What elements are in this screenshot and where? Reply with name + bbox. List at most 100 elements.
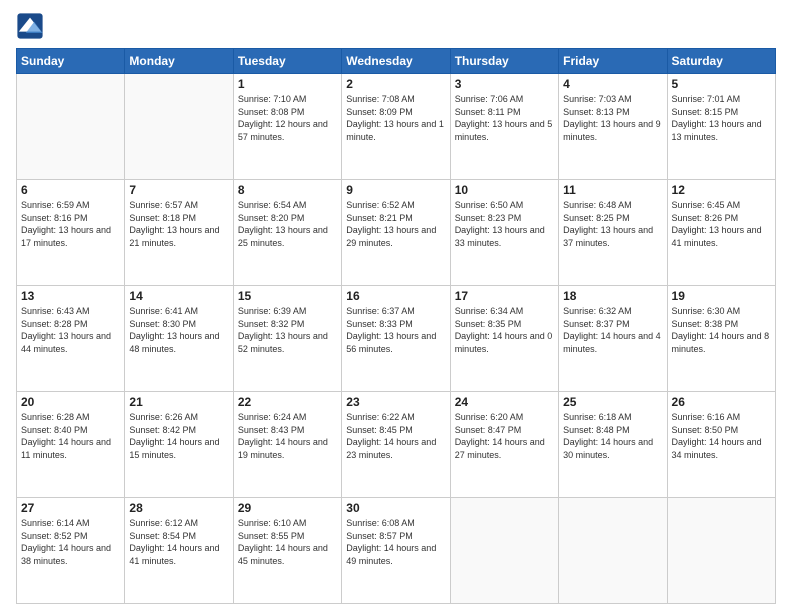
day-info: Sunrise: 6:32 AM Sunset: 8:37 PM Dayligh… xyxy=(563,305,662,355)
day-info: Sunrise: 6:39 AM Sunset: 8:32 PM Dayligh… xyxy=(238,305,337,355)
day-number: 5 xyxy=(672,77,771,91)
calendar-cell: 7 Sunrise: 6:57 AM Sunset: 8:18 PM Daylig… xyxy=(125,180,233,286)
calendar-cell: 23 Sunrise: 6:22 AM Sunset: 8:45 PM Dayli… xyxy=(342,392,450,498)
weekday-header-friday: Friday xyxy=(559,49,667,74)
calendar-table: SundayMondayTuesdayWednesdayThursdayFrid… xyxy=(16,48,776,604)
calendar-cell: 16 Sunrise: 6:37 AM Sunset: 8:33 PM Dayli… xyxy=(342,286,450,392)
header xyxy=(16,12,776,40)
week-row-2: 6 Sunrise: 6:59 AM Sunset: 8:16 PM Daylig… xyxy=(17,180,776,286)
day-info: Sunrise: 6:08 AM Sunset: 8:57 PM Dayligh… xyxy=(346,517,445,567)
day-number: 22 xyxy=(238,395,337,409)
day-number: 27 xyxy=(21,501,120,515)
calendar-cell: 28Sunrise: 6:12 AM Sunset: 8:54 PM Dayli… xyxy=(125,498,233,604)
calendar-cell: 24 Sunrise: 6:20 AM Sunset: 8:47 PM Dayli… xyxy=(450,392,558,498)
day-number: 29 xyxy=(238,501,337,515)
calendar-cell xyxy=(17,74,125,180)
calendar-cell: 12 Sunrise: 6:45 AM Sunset: 8:26 PM Dayli… xyxy=(667,180,775,286)
calendar-cell: 21Sunrise: 6:26 AM Sunset: 8:42 PM Dayli… xyxy=(125,392,233,498)
weekday-header-thursday: Thursday xyxy=(450,49,558,74)
calendar-cell: 15 Sunrise: 6:39 AM Sunset: 8:32 PM Dayli… xyxy=(233,286,341,392)
day-info: Sunrise: 6:45 AM Sunset: 8:26 PM Dayligh… xyxy=(672,199,771,249)
calendar-cell: 17 Sunrise: 6:34 AM Sunset: 8:35 PM Dayli… xyxy=(450,286,558,392)
calendar-cell: 22 Sunrise: 6:24 AM Sunset: 8:43 PM Dayli… xyxy=(233,392,341,498)
calendar-cell: 3Sunrise: 7:06 AM Sunset: 8:11 PM Daylig… xyxy=(450,74,558,180)
day-number: 10 xyxy=(455,183,554,197)
weekday-header-row: SundayMondayTuesdayWednesdayThursdayFrid… xyxy=(17,49,776,74)
calendar-cell: 4 Sunrise: 7:03 AM Sunset: 8:13 PM Daylig… xyxy=(559,74,667,180)
calendar-cell xyxy=(667,498,775,604)
day-info: Sunrise: 6:24 AM Sunset: 8:43 PM Dayligh… xyxy=(238,411,337,461)
day-info: Sunrise: 6:41 AM Sunset: 8:30 PM Dayligh… xyxy=(129,305,228,355)
weekday-header-tuesday: Tuesday xyxy=(233,49,341,74)
day-number: 30 xyxy=(346,501,445,515)
day-info: Sunrise: 6:30 AM Sunset: 8:38 PM Dayligh… xyxy=(672,305,771,355)
day-number: 4 xyxy=(563,77,662,91)
day-number: 8 xyxy=(238,183,337,197)
week-row-4: 20Sunrise: 6:28 AM Sunset: 8:40 PM Dayli… xyxy=(17,392,776,498)
day-info: Sunrise: 7:01 AM Sunset: 8:15 PM Dayligh… xyxy=(672,93,771,143)
day-info: Sunrise: 7:06 AM Sunset: 8:11 PM Dayligh… xyxy=(455,93,554,143)
day-info: Sunrise: 7:03 AM Sunset: 8:13 PM Dayligh… xyxy=(563,93,662,143)
day-number: 15 xyxy=(238,289,337,303)
day-info: Sunrise: 6:48 AM Sunset: 8:25 PM Dayligh… xyxy=(563,199,662,249)
calendar-cell: 13 Sunrise: 6:43 AM Sunset: 8:28 PM Dayli… xyxy=(17,286,125,392)
day-number: 9 xyxy=(346,183,445,197)
day-number: 23 xyxy=(346,395,445,409)
calendar-cell xyxy=(125,74,233,180)
day-number: 20 xyxy=(21,395,120,409)
calendar-cell: 19 Sunrise: 6:30 AM Sunset: 8:38 PM Dayli… xyxy=(667,286,775,392)
day-number: 19 xyxy=(672,289,771,303)
day-info: Sunrise: 6:12 AM Sunset: 8:54 PM Dayligh… xyxy=(129,517,228,567)
day-number: 13 xyxy=(21,289,120,303)
day-info: Sunrise: 6:37 AM Sunset: 8:33 PM Dayligh… xyxy=(346,305,445,355)
calendar-cell: 25 Sunrise: 6:18 AM Sunset: 8:48 PM Dayli… xyxy=(559,392,667,498)
day-info: Sunrise: 6:20 AM Sunset: 8:47 PM Dayligh… xyxy=(455,411,554,461)
page: SundayMondayTuesdayWednesdayThursdayFrid… xyxy=(0,0,792,612)
calendar-cell: 8 Sunrise: 6:54 AM Sunset: 8:20 PM Daylig… xyxy=(233,180,341,286)
calendar-cell: 9 Sunrise: 6:52 AM Sunset: 8:21 PM Daylig… xyxy=(342,180,450,286)
calendar-cell: 10Sunrise: 6:50 AM Sunset: 8:23 PM Dayli… xyxy=(450,180,558,286)
weekday-header-saturday: Saturday xyxy=(667,49,775,74)
day-number: 18 xyxy=(563,289,662,303)
day-number: 16 xyxy=(346,289,445,303)
day-info: Sunrise: 6:54 AM Sunset: 8:20 PM Dayligh… xyxy=(238,199,337,249)
day-number: 1 xyxy=(238,77,337,91)
day-number: 12 xyxy=(672,183,771,197)
calendar-cell: 14Sunrise: 6:41 AM Sunset: 8:30 PM Dayli… xyxy=(125,286,233,392)
day-info: Sunrise: 6:59 AM Sunset: 8:16 PM Dayligh… xyxy=(21,199,120,249)
day-info: Sunrise: 6:34 AM Sunset: 8:35 PM Dayligh… xyxy=(455,305,554,355)
week-row-5: 27 Sunrise: 6:14 AM Sunset: 8:52 PM Dayli… xyxy=(17,498,776,604)
calendar-cell xyxy=(559,498,667,604)
day-info: Sunrise: 6:52 AM Sunset: 8:21 PM Dayligh… xyxy=(346,199,445,249)
weekday-header-sunday: Sunday xyxy=(17,49,125,74)
day-info: Sunrise: 7:10 AM Sunset: 8:08 PM Dayligh… xyxy=(238,93,337,143)
day-info: Sunrise: 6:10 AM Sunset: 8:55 PM Dayligh… xyxy=(238,517,337,567)
calendar-cell: 26Sunrise: 6:16 AM Sunset: 8:50 PM Dayli… xyxy=(667,392,775,498)
calendar-cell: 5 Sunrise: 7:01 AM Sunset: 8:15 PM Daylig… xyxy=(667,74,775,180)
calendar-cell: 2 Sunrise: 7:08 AM Sunset: 8:09 PM Daylig… xyxy=(342,74,450,180)
day-info: Sunrise: 6:57 AM Sunset: 8:18 PM Dayligh… xyxy=(129,199,228,249)
calendar-cell: 18 Sunrise: 6:32 AM Sunset: 8:37 PM Dayli… xyxy=(559,286,667,392)
week-row-3: 13 Sunrise: 6:43 AM Sunset: 8:28 PM Dayli… xyxy=(17,286,776,392)
day-number: 24 xyxy=(455,395,554,409)
day-number: 21 xyxy=(129,395,228,409)
day-info: Sunrise: 7:08 AM Sunset: 8:09 PM Dayligh… xyxy=(346,93,445,143)
day-info: Sunrise: 6:16 AM Sunset: 8:50 PM Dayligh… xyxy=(672,411,771,461)
day-number: 2 xyxy=(346,77,445,91)
logo-icon xyxy=(16,12,44,40)
day-number: 17 xyxy=(455,289,554,303)
day-info: Sunrise: 6:14 AM Sunset: 8:52 PM Dayligh… xyxy=(21,517,120,567)
calendar-cell: 6 Sunrise: 6:59 AM Sunset: 8:16 PM Daylig… xyxy=(17,180,125,286)
day-number: 25 xyxy=(563,395,662,409)
day-number: 6 xyxy=(21,183,120,197)
calendar-cell: 29 Sunrise: 6:10 AM Sunset: 8:55 PM Dayli… xyxy=(233,498,341,604)
day-number: 7 xyxy=(129,183,228,197)
day-info: Sunrise: 6:18 AM Sunset: 8:48 PM Dayligh… xyxy=(563,411,662,461)
calendar-cell: 1 Sunrise: 7:10 AM Sunset: 8:08 PM Daylig… xyxy=(233,74,341,180)
day-number: 11 xyxy=(563,183,662,197)
day-info: Sunrise: 6:43 AM Sunset: 8:28 PM Dayligh… xyxy=(21,305,120,355)
calendar-cell xyxy=(450,498,558,604)
calendar-cell: 20Sunrise: 6:28 AM Sunset: 8:40 PM Dayli… xyxy=(17,392,125,498)
weekday-header-wednesday: Wednesday xyxy=(342,49,450,74)
day-info: Sunrise: 6:22 AM Sunset: 8:45 PM Dayligh… xyxy=(346,411,445,461)
